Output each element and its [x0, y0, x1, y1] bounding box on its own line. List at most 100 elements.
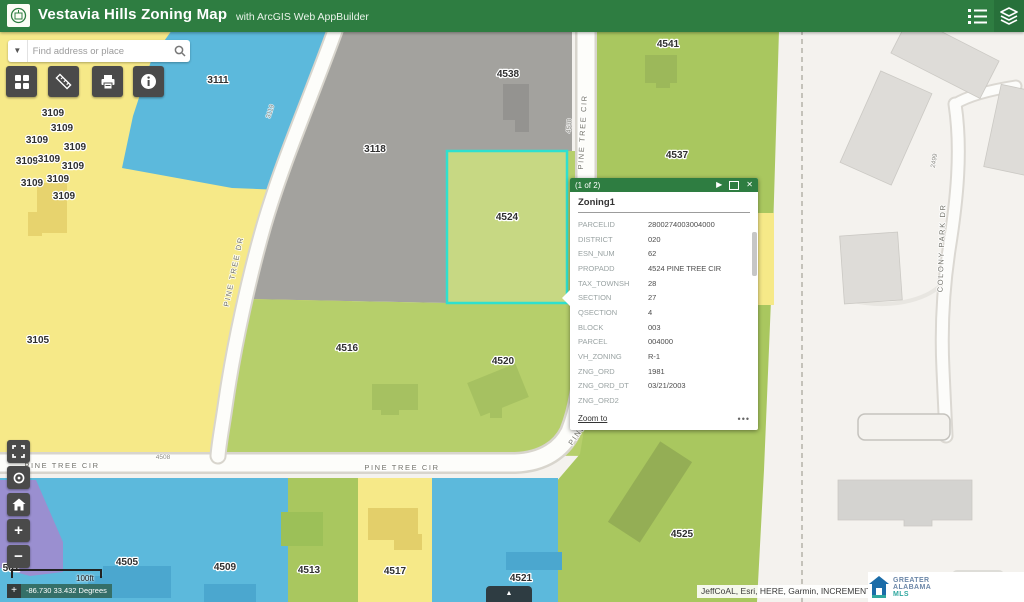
parcel-label: 3109: [47, 174, 70, 185]
crosshair-icon[interactable]: +: [7, 584, 21, 598]
field-label: PARCELID: [578, 220, 648, 229]
locate-icon: [12, 471, 26, 485]
parcel-label: 3109: [42, 108, 65, 119]
parcel-label: 3109: [26, 135, 49, 146]
city-seal-icon: [10, 7, 27, 24]
parcel-label: 3109: [51, 123, 74, 134]
parcel-label: 4541: [657, 39, 680, 50]
zone-blue-4521: [432, 478, 558, 602]
popup-field-row: ZNG_ORD2: [578, 393, 750, 408]
field-value: R-1: [648, 352, 750, 361]
parcel-label: 3111: [207, 75, 229, 86]
close-icon[interactable]: ✕: [746, 178, 753, 192]
maximize-icon[interactable]: [729, 181, 739, 190]
popup-field-row: VH_ZONINGR-1: [578, 349, 750, 364]
fullscreen-button[interactable]: [7, 440, 30, 463]
field-label: TAX_TOWNSH: [578, 279, 648, 288]
mls-logo: GREATER ALABAMA MLS: [868, 572, 1024, 602]
road-number-label: 4530: [566, 118, 574, 133]
coordinate-widget: + -86.730 33.432 Degrees: [7, 584, 112, 598]
home-button[interactable]: [7, 493, 30, 516]
layers-icon[interactable]: [994, 0, 1024, 32]
parcel-label: 4516: [336, 343, 359, 354]
more-options-icon[interactable]: •••: [738, 414, 750, 424]
popup-tail: [562, 290, 570, 306]
parcel-label: 4505: [116, 557, 139, 568]
parcel-label: 3118: [364, 144, 386, 155]
parcel-label: 4513: [298, 565, 321, 576]
road-number-label: 4508: [156, 454, 171, 461]
field-label: PARCEL: [578, 337, 648, 346]
attribute-table-tab[interactable]: ▲: [486, 586, 532, 602]
parcel-label: 3109: [21, 178, 44, 189]
zone-yellow-sliver: [757, 213, 774, 305]
popup-title: Zoning1: [578, 197, 750, 213]
popup-field-row: QSECTION4: [578, 305, 750, 320]
parcel-label: 3109: [38, 154, 61, 165]
parcel-label: 4521: [510, 573, 533, 584]
page-title: Vestavia Hills Zoning Map: [38, 6, 227, 23]
popup-field-row: DISTRICT020: [578, 232, 750, 247]
popup-field-row: PROPADD4524 PINE TREE CIR: [578, 261, 750, 276]
parcel-label: 3109: [62, 161, 85, 172]
mls-house-icon: [868, 575, 890, 599]
search-source-dropdown[interactable]: ▼: [8, 40, 28, 62]
field-label: ZNG_ORD: [578, 367, 648, 376]
zoom-to-link[interactable]: Zoom to: [578, 414, 738, 423]
grid-icon: [14, 74, 30, 90]
field-label: ESN_NUM: [578, 249, 648, 258]
home-icon: [12, 498, 26, 511]
search-input[interactable]: [28, 46, 170, 57]
selected-parcel-4524[interactable]: [447, 151, 567, 303]
legend-list-icon[interactable]: [966, 6, 990, 26]
field-label: SECTION: [578, 293, 648, 302]
scale-label: 100ft: [76, 574, 94, 583]
mls-text-line2: ALABAMA: [893, 584, 931, 591]
search-widget: ▼: [8, 40, 190, 62]
parcel-label: 4517: [384, 566, 407, 577]
field-label: BLOCK: [578, 323, 648, 332]
field-value: 4: [648, 308, 750, 317]
parcel-label: 4537: [666, 150, 689, 161]
next-feature-icon[interactable]: ▶: [716, 178, 722, 192]
field-value: 2800274003004000: [648, 220, 750, 229]
popup-field-row: TAX_TOWNSH28: [578, 276, 750, 291]
popup-field-row: ZNG_ORD1981: [578, 364, 750, 379]
zoom-in-button[interactable]: +: [7, 519, 30, 542]
popup-field-row: BLOCK003: [578, 320, 750, 335]
search-icon[interactable]: [170, 45, 190, 57]
parcel-label: 4525: [671, 529, 694, 540]
coordinate-readout: -86.730 33.432 Degrees: [21, 584, 112, 598]
parcel-label: 3105: [27, 335, 50, 346]
parcel-label: 3109: [16, 156, 39, 167]
popup-field-row: ZNG_ORD_DT03/21/2003: [578, 379, 750, 394]
popup-fields: PARCELID2800274003004000DISTRICT020ESN_N…: [578, 217, 750, 408]
field-value: 1981: [648, 367, 750, 376]
mls-text-line3: MLS: [893, 591, 931, 598]
field-value: 020: [648, 235, 750, 244]
popup-field-row: PARCEL004000: [578, 335, 750, 350]
apps-grid-button[interactable]: [6, 66, 37, 97]
popup-scrollbar[interactable]: [752, 232, 757, 276]
app-header: Vestavia Hills Zoning Map with ArcGIS We…: [0, 0, 1024, 32]
measure-button[interactable]: [48, 66, 79, 97]
field-label: ZNG_ORD_DT: [578, 381, 648, 390]
mls-text-line1: GREATER: [893, 577, 931, 584]
print-button[interactable]: [92, 66, 123, 97]
popup-field-row: ESN_NUM62: [578, 246, 750, 261]
field-value: 4524 PINE TREE CIR: [648, 264, 750, 273]
locate-button[interactable]: [7, 466, 30, 489]
field-label: VH_ZONING: [578, 352, 648, 361]
printer-icon: [100, 74, 116, 90]
info-button[interactable]: [133, 66, 164, 97]
field-value: 27: [648, 293, 750, 302]
ruler-icon: [55, 73, 72, 90]
zoom-out-button[interactable]: −: [7, 545, 30, 568]
popup-field-row: SECTION27: [578, 290, 750, 305]
field-value: 004000: [648, 337, 750, 346]
field-value: 003: [648, 323, 750, 332]
feature-popup: (1 of 2) ▶ ✕ Zoning1 PARCELID28002740030…: [570, 178, 758, 430]
field-label: PROPADD: [578, 264, 648, 273]
street-label: PINE TREE CIR: [364, 463, 439, 472]
field-value: 28: [648, 279, 750, 288]
